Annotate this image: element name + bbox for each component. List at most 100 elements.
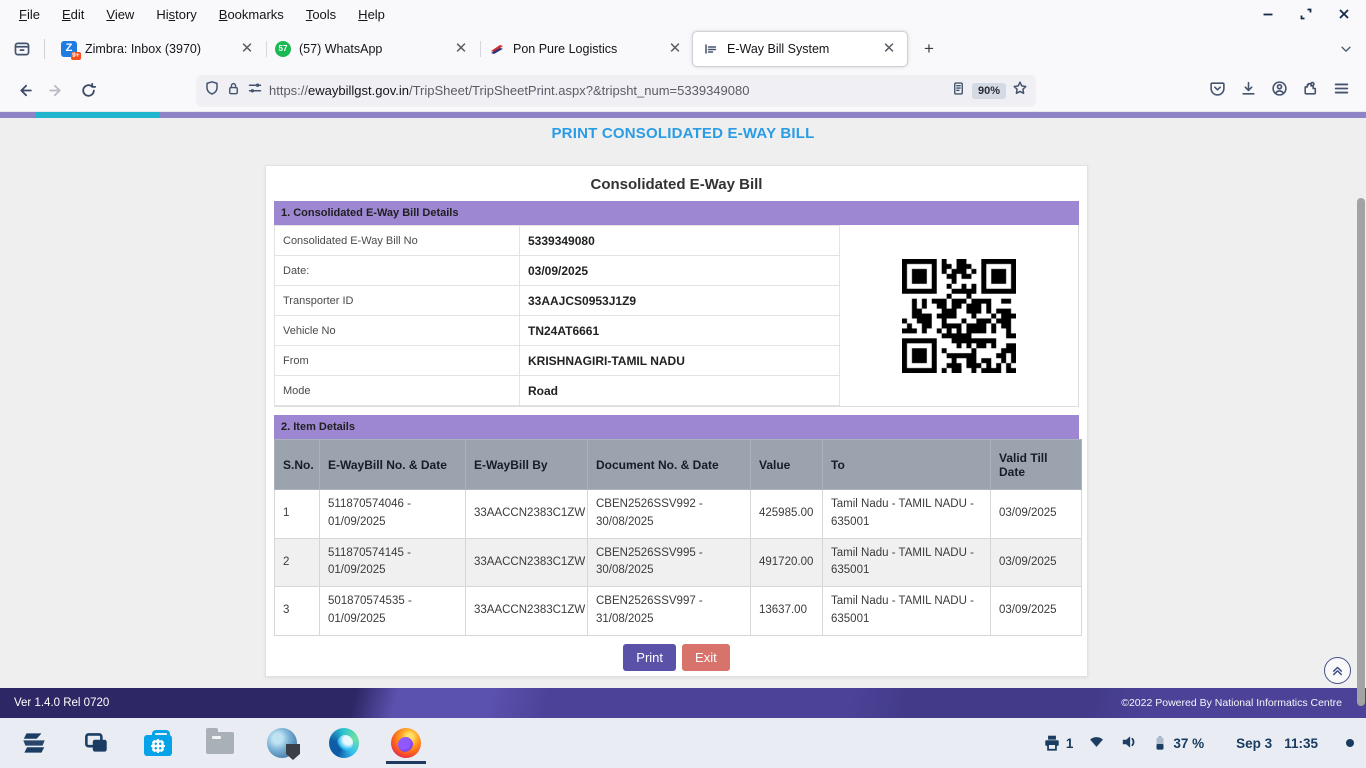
navigation-toolbar: https://ewaybillgst.gov.in/TripSheet/Tri… [0, 70, 1366, 112]
system-tray: 1 37 % Sep 3 11:35 [1043, 733, 1354, 754]
url-bar[interactable]: https://ewaybillgst.gov.in/TripSheet/Tri… [196, 75, 1036, 107]
firefox-button[interactable] [384, 721, 428, 765]
file-manager-button[interactable] [198, 721, 242, 765]
table-row: Vehicle NoTN24AT6661 [275, 316, 840, 346]
tab-eway-bill-active[interactable]: E-Way Bill System ✕ [693, 32, 907, 66]
restore-icon[interactable] [1300, 8, 1312, 20]
time-label: 11:35 [1284, 736, 1318, 751]
exit-button[interactable]: Exit [682, 644, 730, 671]
tab-close-icon[interactable]: ✕ [665, 39, 685, 59]
list-all-tabs-icon[interactable] [1332, 42, 1360, 56]
items-header-row: S.No. E-WayBill No. & Date E-WayBill By … [275, 440, 1082, 490]
menu-edit[interactable]: Edit [53, 4, 93, 25]
details-section: Consolidated E-Way Bill No5339349080 Dat… [274, 225, 1079, 407]
menu-view[interactable]: View [97, 4, 143, 25]
tab-close-icon[interactable]: ✕ [451, 39, 471, 59]
tab-close-icon[interactable]: ✕ [237, 39, 257, 59]
page-title: PRINT CONSOLIDATED E-WAY BILL [0, 125, 1366, 142]
scroll-to-top-button[interactable] [1324, 657, 1351, 684]
tab-whatsapp[interactable]: 57 (57) WhatsApp ✕ [265, 32, 479, 66]
edge-button[interactable] [322, 721, 366, 765]
downloads-icon[interactable] [1240, 80, 1257, 102]
taskbar: 1 37 % Sep 3 11:35 [0, 718, 1366, 768]
date-label: Sep 3 [1236, 736, 1272, 751]
tab-bar: Z9+ Zimbra: Inbox (3970) ✕ 57 (57) Whats… [0, 28, 1366, 70]
menu-hamburger-icon[interactable] [1333, 80, 1350, 102]
battery-tray-item[interactable]: 37 % [1152, 734, 1204, 752]
clock[interactable]: Sep 3 11:35 [1236, 736, 1318, 751]
software-store-button[interactable] [136, 721, 180, 765]
zorin-menu-button[interactable] [12, 721, 56, 765]
tab-separator [44, 39, 45, 59]
forward-icon[interactable] [40, 75, 72, 107]
details-table: Consolidated E-Way Bill No5339349080 Dat… [274, 225, 840, 406]
eway-bill-card: Consolidated E-Way Bill 1. Consolidated … [265, 165, 1088, 677]
reader-mode-icon[interactable] [951, 81, 966, 101]
tab-zimbra[interactable]: Z9+ Zimbra: Inbox (3970) ✕ [51, 32, 265, 66]
account-icon[interactable] [1271, 80, 1288, 102]
browser-viewport: PRINT CONSOLIDATED E-WAY BILL Consolidat… [0, 112, 1366, 718]
wifi-icon[interactable] [1087, 733, 1106, 753]
qr-code [902, 259, 1016, 373]
lock-icon[interactable] [226, 81, 241, 101]
section-1-header: 1. Consolidated E-Way Bill Details [274, 201, 1079, 225]
copyright-text: ©2022 Powered By National Informatics Ce… [1121, 697, 1342, 709]
back-icon[interactable] [8, 75, 40, 107]
tracking-shield-icon[interactable] [204, 80, 220, 101]
firefox-icon [391, 728, 421, 758]
permissions-icon[interactable] [247, 80, 263, 101]
tab-close-icon[interactable]: ✕ [879, 39, 899, 59]
software-store-icon [144, 735, 172, 756]
print-button[interactable]: Print [623, 644, 676, 671]
menu-bar: FileEditViewHistoryBookmarksToolsHelp [0, 0, 1366, 28]
menu-help[interactable]: Help [349, 4, 394, 25]
table-row: FromKRISHNAGIRI-TAMIL NADU [275, 346, 840, 376]
tab-pon-pure[interactable]: Pon Pure Logistics ✕ [479, 32, 693, 66]
action-buttons: Print Exit [266, 644, 1087, 671]
globe-shield-icon [267, 728, 297, 758]
version-text: Ver 1.4.0 Rel 0720 [14, 697, 109, 709]
volume-icon[interactable] [1120, 733, 1138, 754]
minimize-icon[interactable] [1262, 8, 1274, 20]
items-row-2: 2511870574145 - 01/09/202533AACCN2383C1Z… [275, 538, 1082, 587]
zoom-level-badge[interactable]: 90% [972, 83, 1006, 99]
menu-items: FileEditViewHistoryBookmarksToolsHelp [10, 4, 394, 25]
card-title: Consolidated E-Way Bill [266, 176, 1087, 193]
section-2-header: 2. Item Details [274, 415, 1079, 439]
new-tab-button[interactable]: + [915, 35, 943, 63]
bookmark-star-icon[interactable] [1012, 80, 1028, 101]
whatsapp-favicon-icon: 57 [275, 41, 291, 57]
items-row-3: 3501870574535 - 01/09/202533AACCN2383C1Z… [275, 587, 1082, 636]
printer-tray-item[interactable]: 1 [1043, 734, 1074, 752]
battery-percent: 37 % [1173, 736, 1204, 751]
url-text[interactable]: https://ewaybillgst.gov.in/TripSheet/Tri… [269, 83, 945, 98]
extensions-icon[interactable] [1302, 80, 1319, 102]
toolbar-right-icons [1209, 80, 1358, 102]
notification-dot-icon[interactable] [1346, 739, 1354, 747]
reload-icon[interactable] [72, 75, 104, 107]
scrollbar-thumb[interactable] [1357, 198, 1365, 706]
edge-icon [329, 728, 359, 758]
qr-code-area [840, 225, 1078, 406]
menu-history[interactable]: History [147, 4, 205, 25]
table-row: ModeRoad [275, 376, 840, 406]
table-row: Date:03/09/2025 [275, 256, 840, 286]
table-row: Consolidated E-Way Bill No5339349080 [275, 226, 840, 256]
page-content: PRINT CONSOLIDATED E-WAY BILL Consolidat… [0, 118, 1366, 688]
site-footer: Ver 1.4.0 Rel 0720 ©2022 Powered By Nati… [0, 688, 1366, 718]
window-switcher-button[interactable] [74, 721, 118, 765]
secure-browser-button[interactable] [260, 721, 304, 765]
pon-pure-favicon-icon [489, 41, 505, 57]
items-row-1: 1511870574046 - 01/09/202533AACCN2383C1Z… [275, 490, 1082, 539]
pocket-icon[interactable] [1209, 80, 1226, 102]
menu-tools[interactable]: Tools [297, 4, 345, 25]
firefox-view-button[interactable] [6, 34, 38, 64]
file-manager-icon [206, 732, 234, 754]
menu-bookmarks[interactable]: Bookmarks [210, 4, 293, 25]
eway-favicon-icon [703, 41, 719, 57]
printer-count: 1 [1066, 736, 1074, 751]
menu-file[interactable]: File [10, 4, 49, 25]
items-table: S.No. E-WayBill No. & Date E-WayBill By … [274, 439, 1082, 636]
close-icon[interactable] [1338, 8, 1350, 20]
scrollbar[interactable] [1356, 112, 1366, 718]
